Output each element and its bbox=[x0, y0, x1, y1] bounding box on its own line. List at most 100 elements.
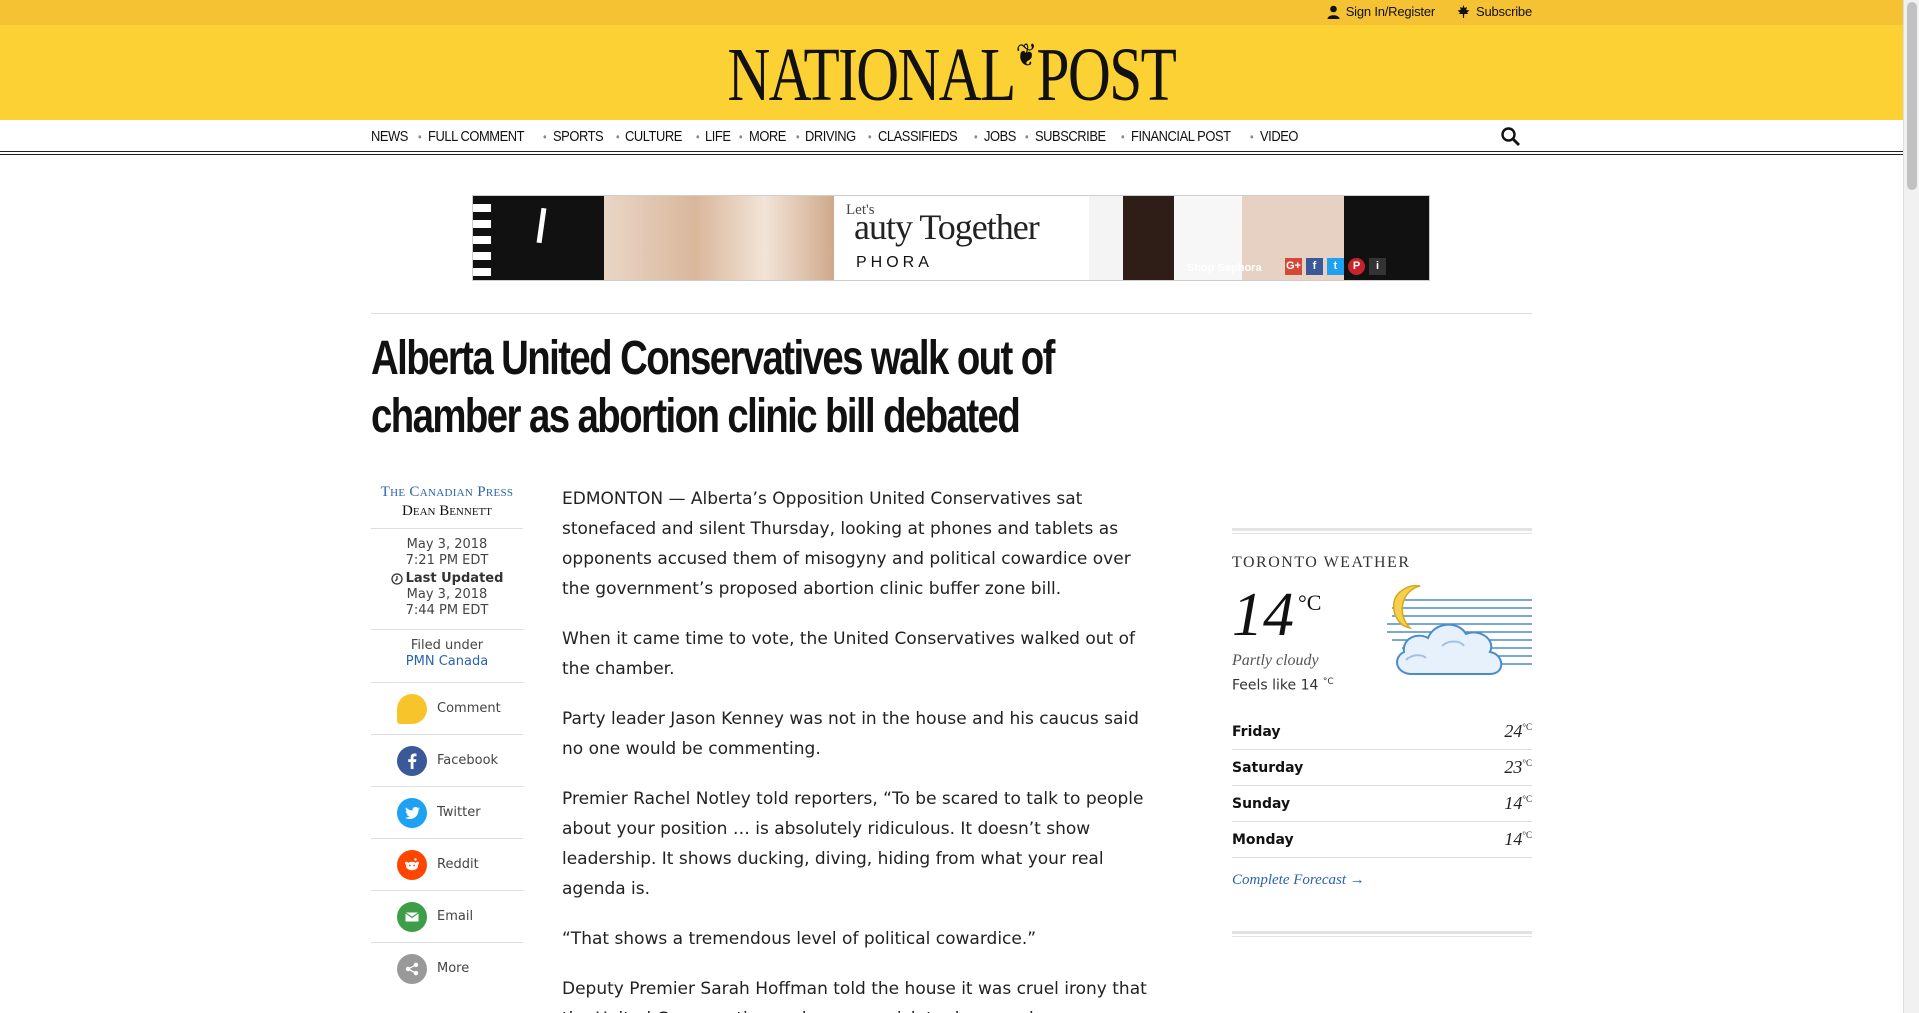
updated-time: 7:44 PM EDT bbox=[405, 603, 489, 618]
article-paragraph: EDMONTON — Alberta’s Opposition United C… bbox=[562, 489, 1131, 599]
maple-leaf-icon bbox=[1457, 5, 1470, 18]
sign-in-link[interactable]: Sign In/Register bbox=[1327, 4, 1435, 19]
nav-separator: • bbox=[1250, 129, 1254, 144]
twitter-label: Twitter bbox=[437, 805, 481, 820]
published-time: 7:21 PM EDT bbox=[405, 553, 489, 568]
complete-forecast-link[interactable]: Complete Forecast → bbox=[1232, 872, 1532, 889]
partly-cloudy-night-icon bbox=[1387, 584, 1532, 675]
article-paragraph: When it came time to vote, the United Co… bbox=[562, 629, 1136, 679]
comment-button[interactable]: Comment bbox=[371, 682, 523, 734]
ad-black-block bbox=[491, 196, 604, 280]
pinterest-icon[interactable]: P bbox=[1348, 258, 1365, 275]
article-body: EDMONTON — Alberta’s Opposition United C… bbox=[562, 484, 1152, 1013]
national-post-logo[interactable]: NATIONAL❦POST bbox=[209, 35, 1693, 115]
forecast-day: Monday bbox=[1232, 831, 1294, 848]
forecast-row: Saturday 23°C bbox=[1232, 750, 1532, 786]
nav-item-classifieds[interactable]: CLASSIFIEDS bbox=[878, 128, 958, 145]
forecast-row: Monday 14°C bbox=[1232, 822, 1532, 858]
facebook-icon[interactable]: f bbox=[1306, 258, 1323, 275]
more-label: More bbox=[437, 961, 470, 976]
forecast-temp-unit: °C bbox=[1522, 830, 1532, 840]
scrollbar-thumb[interactable] bbox=[1907, 2, 1917, 190]
article-author: Dean Bennett bbox=[402, 503, 492, 519]
forecast-list: Friday 24°C Saturday 23°C Sunday 14°C Monday 14… bbox=[1232, 714, 1532, 858]
ad-tag-big: auty Together bbox=[854, 207, 1040, 247]
email-share-button[interactable]: Email bbox=[371, 890, 523, 942]
nav-item-sports[interactable]: SPORTS bbox=[553, 128, 604, 145]
nav-item-driving[interactable]: DRIVING bbox=[805, 128, 856, 145]
nav-item-subscribe[interactable]: SUBSCRIBE bbox=[1035, 128, 1106, 145]
google-plus-icon[interactable]: G+ bbox=[1285, 258, 1302, 275]
ad-tagline: Let's auty Together PHORA bbox=[834, 196, 1089, 280]
user-icon bbox=[1327, 5, 1340, 19]
logo-word-national: NATIONAL bbox=[727, 33, 1017, 117]
nav-separator: • bbox=[695, 129, 700, 144]
nav-item-video[interactable]: VIDEO bbox=[1260, 128, 1298, 145]
nav-item-financial-post[interactable]: FINANCIAL POST bbox=[1131, 128, 1231, 145]
nav-item-life[interactable]: LIFE bbox=[705, 128, 731, 145]
info-icon[interactable]: i bbox=[1369, 258, 1386, 275]
more-share-button[interactable]: More bbox=[371, 942, 523, 994]
weather-top-rule bbox=[1232, 528, 1532, 534]
nav-separator: • bbox=[1120, 129, 1125, 144]
email-icon bbox=[397, 901, 427, 932]
nav-separator: • bbox=[974, 129, 978, 144]
nav-separator: • bbox=[1024, 129, 1029, 144]
nav-separator: • bbox=[795, 129, 800, 144]
article-headline: Alberta United Conservatives walk out of… bbox=[371, 332, 1055, 443]
nav-item-culture[interactable]: CULTURE bbox=[625, 128, 682, 145]
nav-item-news[interactable]: NEWS bbox=[371, 128, 408, 145]
ad-shop-link[interactable]: Shop Sephora bbox=[1187, 262, 1262, 274]
forecast-temp-value: 23 bbox=[1504, 757, 1523, 777]
updated-date: May 3, 2018 bbox=[406, 587, 488, 602]
twitter-icon[interactable]: t bbox=[1327, 258, 1344, 275]
divider bbox=[371, 528, 523, 529]
share-icon bbox=[397, 953, 427, 984]
current-weather: 14 °C Partly cloudy Feels like 14 °C bbox=[1232, 582, 1532, 694]
forecast-temp-value: 14 bbox=[1504, 829, 1523, 849]
forecast-row: Friday 24°C bbox=[1232, 714, 1532, 750]
comment-label: Comment bbox=[437, 701, 501, 716]
feels-like-text: Feels like 14 bbox=[1232, 677, 1319, 694]
sephora-ad-banner[interactable]: Let's auty Together PHORA Shop Sephora G… bbox=[472, 195, 1430, 281]
logo-word-post: POST bbox=[1036, 33, 1177, 117]
current-temp-unit: °C bbox=[1298, 590, 1322, 615]
reddit-icon bbox=[397, 849, 427, 880]
weather-bottom-rule bbox=[1232, 931, 1532, 937]
facebook-share-button[interactable]: Facebook bbox=[371, 734, 523, 786]
feels-like-unit: °C bbox=[1322, 677, 1334, 687]
article-paragraph: Party leader Jason Kenney was not in the… bbox=[562, 709, 1139, 759]
nav-item-full-comment[interactable]: FULL COMMENT bbox=[428, 128, 525, 145]
masthead: NATIONAL❦POST bbox=[0, 25, 1903, 120]
weather-widget: TORONTO WEATHER 14 °C Partly cloudy Feel… bbox=[1232, 528, 1532, 937]
forecast-day: Saturday bbox=[1232, 759, 1304, 776]
search-icon[interactable] bbox=[1501, 127, 1520, 146]
nav-separator: • bbox=[418, 129, 422, 144]
nav-list: NEWS • FULL COMMENT • SPORTS • CULTURE • LIFE • MO… bbox=[371, 120, 1304, 153]
forecast-temp-unit: °C bbox=[1522, 794, 1532, 804]
utility-bar: Sign In/Register Subscribe bbox=[0, 0, 1903, 25]
forecast-temp: 14°C bbox=[1504, 829, 1532, 850]
filed-under-link[interactable]: PMN Canada bbox=[371, 654, 523, 670]
twitter-share-button[interactable]: Twitter bbox=[371, 786, 523, 838]
nav-separator: • bbox=[543, 129, 547, 144]
email-label: Email bbox=[437, 909, 474, 924]
main-navigation: NEWS • FULL COMMENT • SPORTS • CULTURE • LIFE • MO… bbox=[0, 120, 1903, 155]
subscribe-link[interactable]: Subscribe bbox=[1457, 4, 1532, 19]
nav-item-more[interactable]: MORE bbox=[749, 128, 786, 145]
last-updated: Last Updated bbox=[371, 571, 523, 587]
reddit-share-button[interactable]: Reddit bbox=[371, 838, 523, 890]
sign-in-label: Sign In/Register bbox=[1345, 4, 1435, 19]
divider bbox=[371, 313, 1532, 314]
article-source[interactable]: The Canadian Press bbox=[371, 484, 523, 501]
feels-like: Feels like 14 °C bbox=[1232, 677, 1334, 694]
byline-column: The Canadian Press Dean Bennett May 3, 2… bbox=[371, 484, 523, 994]
facebook-label: Facebook bbox=[437, 753, 499, 768]
article-paragraph: Premier Rachel Notley told reporters, “T… bbox=[562, 789, 1144, 899]
facebook-icon bbox=[397, 745, 427, 776]
nav-item-jobs[interactable]: JOBS bbox=[984, 128, 1016, 145]
forecast-temp-unit: °C bbox=[1522, 758, 1532, 768]
forecast-temp-value: 14 bbox=[1504, 793, 1523, 813]
page-scrollbar[interactable] bbox=[1903, 0, 1919, 1013]
forecast-temp: 24°C bbox=[1504, 721, 1532, 742]
